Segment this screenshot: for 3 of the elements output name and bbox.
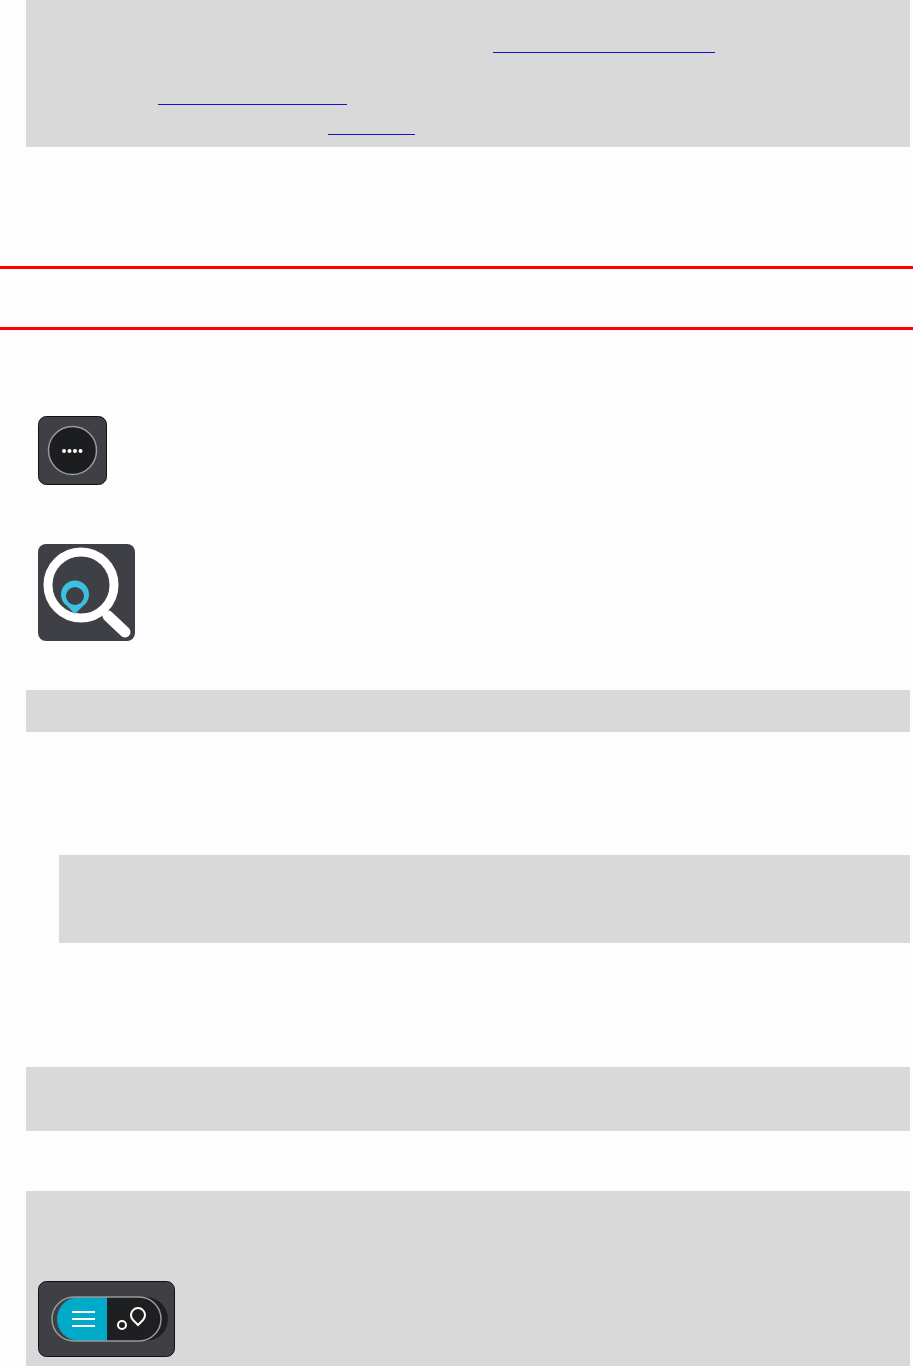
search-icon[interactable] <box>38 544 135 641</box>
view-switch-icon[interactable] <box>38 1281 175 1357</box>
more-icon[interactable] <box>38 416 107 485</box>
